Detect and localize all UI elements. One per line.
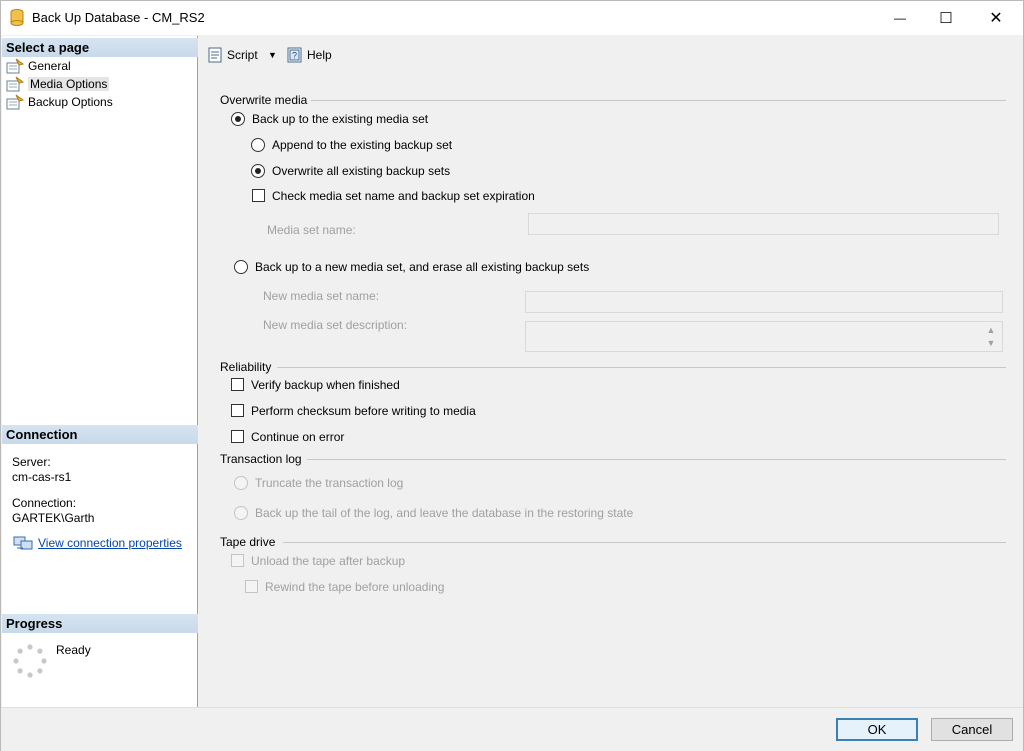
transaction-log-group-title: Transaction log xyxy=(220,452,302,466)
chevron-down-icon: ▼ xyxy=(268,50,277,60)
existing-media-set-label[interactable]: Back up to the existing media set xyxy=(252,112,428,126)
check-media-set-checkbox[interactable] xyxy=(252,189,265,202)
script-button[interactable]: Script xyxy=(206,46,258,64)
database-icon xyxy=(10,9,24,26)
progress-header: Progress xyxy=(2,614,198,633)
select-page-header: Select a page xyxy=(2,38,198,57)
group-divider xyxy=(277,367,1006,368)
page-item-label: Backup Options xyxy=(28,95,113,109)
new-media-set-radio[interactable] xyxy=(234,260,248,274)
page-item-backup-options[interactable]: Backup Options xyxy=(6,93,113,111)
media-set-name-input[interactable] xyxy=(528,213,999,235)
maximize-icon: ☐ xyxy=(939,10,953,27)
connection-header: Connection xyxy=(2,425,198,444)
rewind-tape-label[interactable]: Rewind the tape before unloading xyxy=(265,580,444,594)
svg-text:?: ? xyxy=(292,51,297,61)
tail-log-label[interactable]: Back up the tail of the log, and leave t… xyxy=(255,506,633,520)
page-icon xyxy=(6,94,24,110)
progress-status: Ready xyxy=(56,643,91,657)
progress-spinner-icon xyxy=(13,644,47,678)
media-set-name-label: Media set name: xyxy=(267,223,356,237)
overwrite-backup-sets-radio[interactable] xyxy=(251,164,265,178)
check-media-set-label[interactable]: Check media set name and backup set expi… xyxy=(272,189,535,203)
rewind-tape-checkbox[interactable] xyxy=(245,580,258,593)
existing-media-set-radio[interactable] xyxy=(231,112,245,126)
new-media-set-description-input[interactable] xyxy=(525,321,1003,352)
script-label: Script xyxy=(227,48,258,62)
verify-backup-label[interactable]: Verify backup when finished xyxy=(251,378,400,392)
scroll-down-icon[interactable]: ▼ xyxy=(984,337,998,349)
overwrite-backup-sets-label[interactable]: Overwrite all existing backup sets xyxy=(272,164,450,178)
page-item-label: General xyxy=(28,59,71,73)
left-pane: Select a page General Media Options Back… xyxy=(2,36,198,707)
backup-database-dialog: Back Up Database - CM_RS2 — ☐ ✕ Select a… xyxy=(0,0,1024,751)
ok-button[interactable]: OK xyxy=(836,718,918,741)
script-icon xyxy=(208,47,222,63)
group-divider xyxy=(283,542,1006,543)
overwrite-media-group-title: Overwrite media xyxy=(220,93,308,107)
page-item-label: Media Options xyxy=(28,77,110,91)
connection-label: Connection: xyxy=(12,496,77,510)
page-item-media-options[interactable]: Media Options xyxy=(6,75,110,93)
button-bar: OK Cancel xyxy=(1,707,1023,751)
toolbar: Script ▼ ? Help xyxy=(199,36,1023,74)
minimize-button[interactable]: — xyxy=(877,1,923,35)
perform-checksum-label[interactable]: Perform checksum before writing to media xyxy=(251,404,476,418)
new-media-set-label[interactable]: Back up to a new media set, and erase al… xyxy=(255,260,589,274)
page-item-general[interactable]: General xyxy=(6,57,71,75)
maximize-button[interactable]: ☐ xyxy=(923,1,969,35)
truncate-log-label[interactable]: Truncate the transaction log xyxy=(255,476,403,490)
new-media-set-name-input[interactable] xyxy=(525,291,1003,313)
window-title: Back Up Database - CM_RS2 xyxy=(32,10,205,25)
help-label: Help xyxy=(307,48,332,62)
group-divider xyxy=(311,100,1006,101)
scroll-up-icon[interactable]: ▲ xyxy=(984,324,998,336)
view-connection-properties-link[interactable]: View connection properties xyxy=(38,536,182,550)
help-icon: ? xyxy=(287,47,302,63)
perform-checksum-checkbox[interactable] xyxy=(231,404,244,417)
unload-tape-checkbox[interactable] xyxy=(231,554,244,567)
cancel-button[interactable]: Cancel xyxy=(931,718,1013,741)
connection-value: GARTEK\Garth xyxy=(12,511,95,525)
tape-drive-group-title: Tape drive xyxy=(220,535,276,549)
verify-backup-checkbox[interactable] xyxy=(231,378,244,391)
server-value: cm-cas-rs1 xyxy=(12,470,72,484)
connection-properties-icon xyxy=(13,536,33,550)
main-pane: Script ▼ ? Help Overwrite media Back up … xyxy=(199,36,1023,707)
script-dropdown-button[interactable]: ▼ xyxy=(268,50,277,60)
new-media-set-name-label: New media set name: xyxy=(263,289,380,303)
reliability-group-title: Reliability xyxy=(220,360,272,374)
continue-on-error-checkbox[interactable] xyxy=(231,430,244,443)
page-icon xyxy=(6,76,24,92)
truncate-log-radio[interactable] xyxy=(234,476,248,490)
append-backup-set-radio[interactable] xyxy=(251,138,265,152)
title-bar: Back Up Database - CM_RS2 — ☐ ✕ xyxy=(1,1,1023,35)
tail-log-radio[interactable] xyxy=(234,506,248,520)
help-button[interactable]: ? Help xyxy=(286,46,332,64)
unload-tape-label[interactable]: Unload the tape after backup xyxy=(251,554,405,568)
continue-on-error-label[interactable]: Continue on error xyxy=(251,430,344,444)
close-icon: ✕ xyxy=(989,10,1003,27)
server-label: Server: xyxy=(12,455,51,469)
new-media-set-description-label: New media set description: xyxy=(263,318,408,332)
append-backup-set-label[interactable]: Append to the existing backup set xyxy=(272,138,452,152)
group-divider xyxy=(307,459,1006,460)
close-button[interactable]: ✕ xyxy=(973,1,1019,35)
page-icon xyxy=(6,58,24,74)
minimize-icon: — xyxy=(894,11,906,25)
